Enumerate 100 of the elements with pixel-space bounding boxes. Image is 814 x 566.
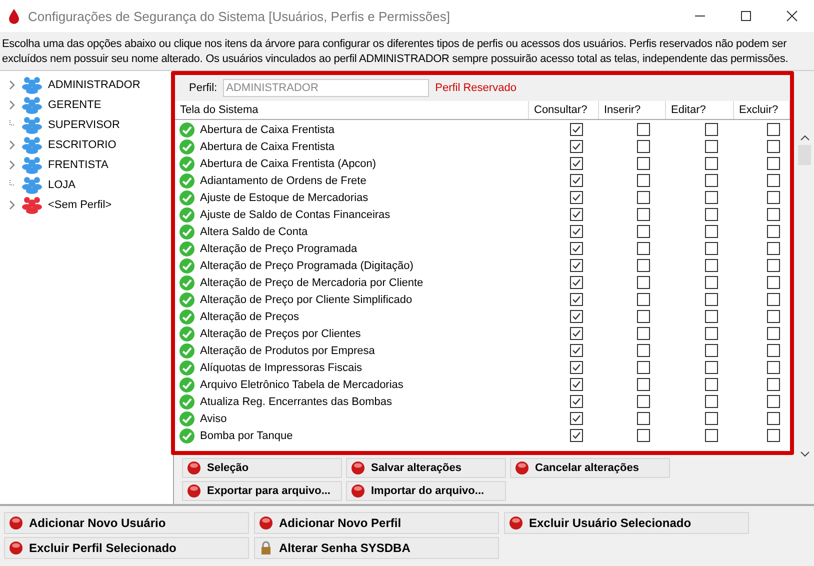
- checkbox[interactable]: [637, 293, 650, 306]
- checkbox[interactable]: [637, 361, 650, 374]
- checkbox[interactable]: [705, 191, 718, 204]
- checkbox[interactable]: [767, 327, 780, 340]
- checkbox[interactable]: [570, 208, 583, 221]
- action-button[interactable]: Excluir Perfil Selecionado: [4, 537, 249, 559]
- maximize-icon[interactable]: [740, 10, 752, 22]
- checkbox[interactable]: [637, 157, 650, 170]
- checkbox[interactable]: [705, 259, 718, 272]
- checkbox[interactable]: [767, 242, 780, 255]
- action-button[interactable]: Seleção: [182, 458, 342, 478]
- tree-item[interactable]: FRENTISTA: [48, 159, 108, 171]
- column-header[interactable]: Editar?: [666, 101, 734, 119]
- checkbox[interactable]: [705, 361, 718, 374]
- checkbox[interactable]: [767, 157, 780, 170]
- checkbox[interactable]: [767, 395, 780, 408]
- checkbox[interactable]: [767, 378, 780, 391]
- checkbox[interactable]: [705, 140, 718, 153]
- checkbox[interactable]: [705, 310, 718, 323]
- close-icon[interactable]: [786, 10, 798, 22]
- checkbox[interactable]: [570, 140, 583, 153]
- checkbox[interactable]: [767, 174, 780, 187]
- checkbox[interactable]: [637, 225, 650, 238]
- checkbox[interactable]: [570, 395, 583, 408]
- checkbox[interactable]: [637, 327, 650, 340]
- checkbox[interactable]: [767, 361, 780, 374]
- action-button[interactable]: Exportar para arquivo...: [182, 481, 342, 501]
- checkbox[interactable]: [637, 174, 650, 187]
- checkbox[interactable]: [637, 140, 650, 153]
- checkbox[interactable]: [767, 429, 780, 442]
- checkbox[interactable]: [705, 157, 718, 170]
- checkbox[interactable]: [767, 293, 780, 306]
- checkbox[interactable]: [767, 123, 780, 136]
- checkbox[interactable]: [570, 293, 583, 306]
- checkbox[interactable]: [705, 174, 718, 187]
- action-button[interactable]: Alterar Senha SYSDBA: [254, 537, 499, 559]
- checkbox[interactable]: [637, 395, 650, 408]
- column-header[interactable]: Tela do Sistema: [175, 101, 529, 119]
- checkbox[interactable]: [570, 327, 583, 340]
- action-button[interactable]: Excluir Usuário Selecionado: [504, 512, 749, 534]
- checkbox[interactable]: [570, 429, 583, 442]
- column-header[interactable]: Excluir?: [734, 101, 790, 119]
- checkbox[interactable]: [570, 157, 583, 170]
- checkbox[interactable]: [637, 429, 650, 442]
- checkbox[interactable]: [637, 208, 650, 221]
- checkbox[interactable]: [705, 123, 718, 136]
- checkbox[interactable]: [767, 208, 780, 221]
- checkbox[interactable]: [705, 276, 718, 289]
- checkbox[interactable]: [705, 327, 718, 340]
- checkbox[interactable]: [705, 429, 718, 442]
- checkbox[interactable]: [570, 378, 583, 391]
- checkbox[interactable]: [637, 242, 650, 255]
- checkbox[interactable]: [570, 242, 583, 255]
- tree-item[interactable]: SUPERVISOR: [48, 119, 120, 131]
- checkbox[interactable]: [570, 361, 583, 374]
- checkbox[interactable]: [570, 191, 583, 204]
- checkbox[interactable]: [637, 123, 650, 136]
- action-button[interactable]: Salvar alterações: [346, 458, 506, 478]
- checkbox[interactable]: [570, 412, 583, 425]
- tree-item[interactable]: ADMINISTRADOR: [48, 79, 140, 91]
- checkbox[interactable]: [705, 242, 718, 255]
- checkbox[interactable]: [570, 310, 583, 323]
- checkbox[interactable]: [570, 225, 583, 238]
- checkbox[interactable]: [570, 259, 583, 272]
- checkbox[interactable]: [705, 208, 718, 221]
- checkbox[interactable]: [637, 191, 650, 204]
- checkbox[interactable]: [570, 123, 583, 136]
- checkbox[interactable]: [637, 378, 650, 391]
- column-header[interactable]: Inserir?: [599, 101, 666, 119]
- checkbox[interactable]: [570, 276, 583, 289]
- checkbox[interactable]: [705, 395, 718, 408]
- checkbox[interactable]: [705, 412, 718, 425]
- checkbox[interactable]: [570, 174, 583, 187]
- action-button[interactable]: Cancelar alterações: [510, 458, 670, 478]
- action-button[interactable]: Importar do arquivo...: [346, 481, 506, 501]
- checkbox[interactable]: [705, 293, 718, 306]
- column-header[interactable]: Consultar?: [529, 101, 599, 119]
- action-button[interactable]: Adicionar Novo Usuário: [4, 512, 249, 534]
- checkbox[interactable]: [705, 225, 718, 238]
- checkbox[interactable]: [767, 225, 780, 238]
- checkbox[interactable]: [705, 378, 718, 391]
- tree-item[interactable]: ESCRITORIO: [48, 139, 116, 151]
- action-button[interactable]: Adicionar Novo Perfil: [254, 512, 499, 534]
- profile-field[interactable]: ADMINISTRADOR: [223, 79, 430, 97]
- checkbox[interactable]: [570, 344, 583, 357]
- scroll-up-icon[interactable]: [800, 135, 810, 141]
- checkbox[interactable]: [705, 344, 718, 357]
- scroll-down-icon[interactable]: [800, 451, 810, 457]
- checkbox[interactable]: [767, 344, 780, 357]
- checkbox[interactable]: [767, 310, 780, 323]
- checkbox[interactable]: [637, 276, 650, 289]
- checkbox[interactable]: [767, 140, 780, 153]
- checkbox[interactable]: [767, 191, 780, 204]
- checkbox[interactable]: [637, 259, 650, 272]
- checkbox[interactable]: [767, 259, 780, 272]
- tree-item[interactable]: LOJA: [48, 179, 76, 191]
- checkbox[interactable]: [767, 276, 780, 289]
- checkbox[interactable]: [637, 310, 650, 323]
- checkbox[interactable]: [767, 412, 780, 425]
- tree-item[interactable]: <Sem Perfil>: [48, 199, 112, 211]
